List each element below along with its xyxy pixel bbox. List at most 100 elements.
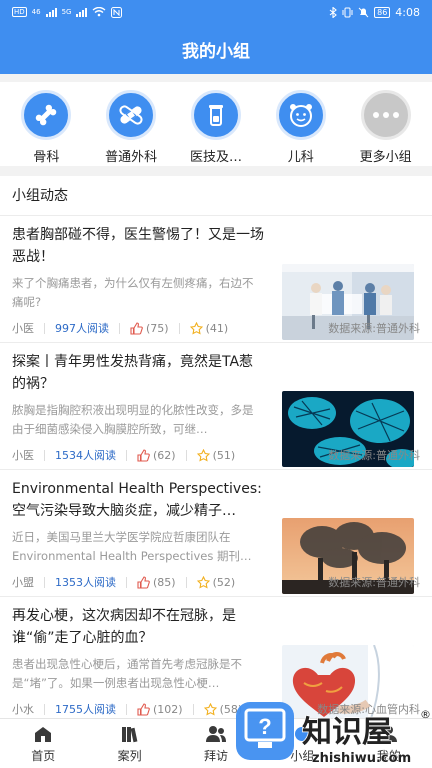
article-text: 再发心梗，这次病因却不在冠脉，是谁“偷”走了心脏的血？ 患者出现急性心梗后，通常…: [12, 605, 264, 693]
favorite-button[interactable]: (58): [203, 702, 243, 716]
header: 我的小组: [0, 24, 432, 74]
meta-divider: [185, 449, 187, 461]
article-title[interactable]: Environmental Health Perspectives: 空气污染导…: [12, 478, 264, 522]
favorite-button[interactable]: (51): [196, 448, 236, 462]
article-text: Environmental Health Perspectives: 空气污染导…: [12, 478, 264, 566]
like-count: (102): [153, 702, 183, 716]
signal-icon-2: [76, 7, 88, 17]
lab-beaker-icon: [190, 90, 241, 140]
meta-divider: [126, 703, 127, 715]
star-icon: [196, 448, 210, 462]
bandage-icon: [106, 90, 157, 140]
article-title[interactable]: 探案丨青年男性发热背痛，竟然是TA惹的祸？: [12, 351, 264, 395]
article-source: 数据来源:普通外科: [328, 576, 420, 589]
article-title[interactable]: 再发心梗，这次病因却不在冠脉，是谁“偷”走了心脏的血？: [12, 605, 264, 649]
article-card[interactable]: Environmental Health Perspectives: 空气污染导…: [0, 470, 432, 597]
thumbs-up-icon: [137, 575, 150, 589]
page-title: 我的小组: [182, 41, 250, 62]
favorite-button[interactable]: (52): [196, 575, 235, 589]
like-button[interactable]: (62): [137, 449, 176, 462]
meta-divider: [126, 576, 127, 588]
bottom-tab-bar: 首页 案列 拜访 小组 我的: [0, 718, 432, 768]
meta-divider: [192, 703, 194, 715]
group-more[interactable]: 更多小组: [347, 82, 425, 166]
read-count: 1755人阅读: [55, 703, 116, 716]
article-author: 小水: [12, 703, 34, 716]
user-icon: [379, 724, 399, 744]
article-title[interactable]: 患者胸部碰不得，医生警惕了！又是一场恶战！: [12, 224, 264, 268]
article-source: 数据来源:心血管内科: [317, 703, 420, 716]
books-icon: [120, 724, 140, 744]
groups-row: 骨科 普通外科 医技及… 儿科 更多小组: [0, 82, 432, 166]
meta-divider: [178, 322, 180, 334]
article-source: 数据来源:普通外科: [328, 322, 420, 335]
favorite-button[interactable]: (41): [189, 321, 228, 335]
group-icon: [292, 724, 312, 744]
star-icon: [189, 321, 203, 335]
star-icon: [196, 575, 210, 589]
tab-label: 案列: [117, 748, 142, 763]
tab-visits[interactable]: 拜访: [173, 719, 259, 768]
like-count: (75): [146, 321, 169, 335]
article-summary: 来了个胸痛患者，为什么仅有左侧疼痛，右边不痛呢?: [12, 276, 254, 309]
mute-bell-icon: [358, 7, 369, 17]
tab-label: 我的: [376, 748, 401, 763]
home-icon: [33, 724, 53, 744]
network-type-label: 46: [31, 8, 41, 16]
network-5g-label: 5G: [61, 8, 72, 16]
vibrate-icon: [342, 7, 353, 17]
article-summary: 近日，美国马里兰大学医学院应哲康团队在Environmental Health …: [12, 530, 252, 563]
article-summary: 患者出现急性心梗后，通常首先考虑冠脉是不是“堵”了。如果一例患者出现急性心梗…: [12, 657, 242, 690]
read-count: 1534人阅读: [55, 449, 116, 462]
article-summary: 脓胸是指胸腔积液出现明显的化脓性改变，多是由于细菌感染侵入胸膜腔所致，可继…: [12, 403, 254, 436]
like-count: (85): [153, 575, 176, 589]
like-button[interactable]: (85): [137, 576, 176, 589]
like-count: (62): [153, 448, 176, 462]
like-button[interactable]: (75): [130, 322, 169, 335]
star-count: (58): [219, 702, 243, 716]
article-author: 小医: [12, 322, 34, 335]
baby-face-icon: [275, 90, 326, 140]
group-orthopedics[interactable]: 骨科: [7, 82, 85, 166]
article-text: 患者胸部碰不得，医生警惕了！又是一场恶战！ 来了个胸痛患者，为什么仅有左侧疼痛，…: [12, 224, 264, 312]
article-source: 数据来源:普通外科: [328, 449, 420, 462]
group-medical-tech[interactable]: 医技及…: [177, 82, 255, 166]
like-button[interactable]: (102): [137, 703, 183, 716]
tab-label: 小组: [290, 748, 315, 763]
meta-divider: [44, 322, 45, 334]
group-label: 更多小组: [359, 150, 412, 165]
wifi-icon: [93, 7, 106, 17]
article-card[interactable]: 患者胸部碰不得，医生警惕了！又是一场恶战！ 来了个胸痛患者，为什么仅有左侧疼痛，…: [0, 216, 432, 343]
article-card[interactable]: 探案丨青年男性发热背痛，竟然是TA惹的祸？ 脓胸是指胸腔积液出现明显的化脓性改变…: [0, 343, 432, 470]
article-author: 小医: [12, 449, 34, 462]
article-text: 探案丨青年男性发热背痛，竟然是TA惹的祸？ 脓胸是指胸腔积液出现明显的化脓性改变…: [12, 351, 264, 439]
group-label: 儿科: [287, 150, 314, 165]
tab-mine[interactable]: 我的: [346, 719, 432, 768]
article-meta: 小水 1755人阅读 (102) (58) 数据来源:心血管内科: [12, 701, 420, 717]
read-count: 997人阅读: [55, 322, 109, 335]
bone-icon: [21, 90, 72, 140]
article-card[interactable]: 再发心梗，这次病因却不在冠脉，是谁“偷”走了心脏的血？ 患者出现急性心梗后，通常…: [0, 597, 432, 718]
thumbs-up-icon: [137, 702, 150, 716]
tab-home[interactable]: 首页: [0, 719, 86, 768]
meta-divider: [126, 449, 127, 461]
group-general-surgery[interactable]: 普通外科: [92, 82, 170, 166]
status-bar: HD 46 5G 86 4:08: [0, 0, 432, 24]
bluetooth-icon: [329, 6, 337, 18]
group-pediatrics[interactable]: 儿科: [262, 82, 340, 166]
article-meta: 小医 997人阅读 (75) (41) 数据来源:普通外科: [12, 320, 420, 336]
tab-groups[interactable]: 小组: [259, 719, 345, 768]
meta-divider: [119, 322, 120, 334]
group-label: 医技及…: [189, 150, 242, 165]
meta-divider: [44, 703, 45, 715]
tab-cases[interactable]: 案列: [86, 719, 172, 768]
article-meta: 小盟 1353人阅读 (85) (52) 数据来源:普通外科: [12, 574, 420, 590]
status-left: HD 46 5G: [12, 6, 123, 18]
tab-label: 首页: [31, 748, 56, 763]
tab-label: 拜访: [204, 748, 229, 763]
read-count: 1353人阅读: [55, 576, 116, 589]
star-count: (51): [212, 448, 236, 462]
status-right: 86 4:08: [329, 6, 420, 19]
article-meta: 小医 1534人阅读 (62) (51) 数据来源:普通外科: [12, 447, 420, 463]
clock: 4:08: [395, 5, 420, 19]
